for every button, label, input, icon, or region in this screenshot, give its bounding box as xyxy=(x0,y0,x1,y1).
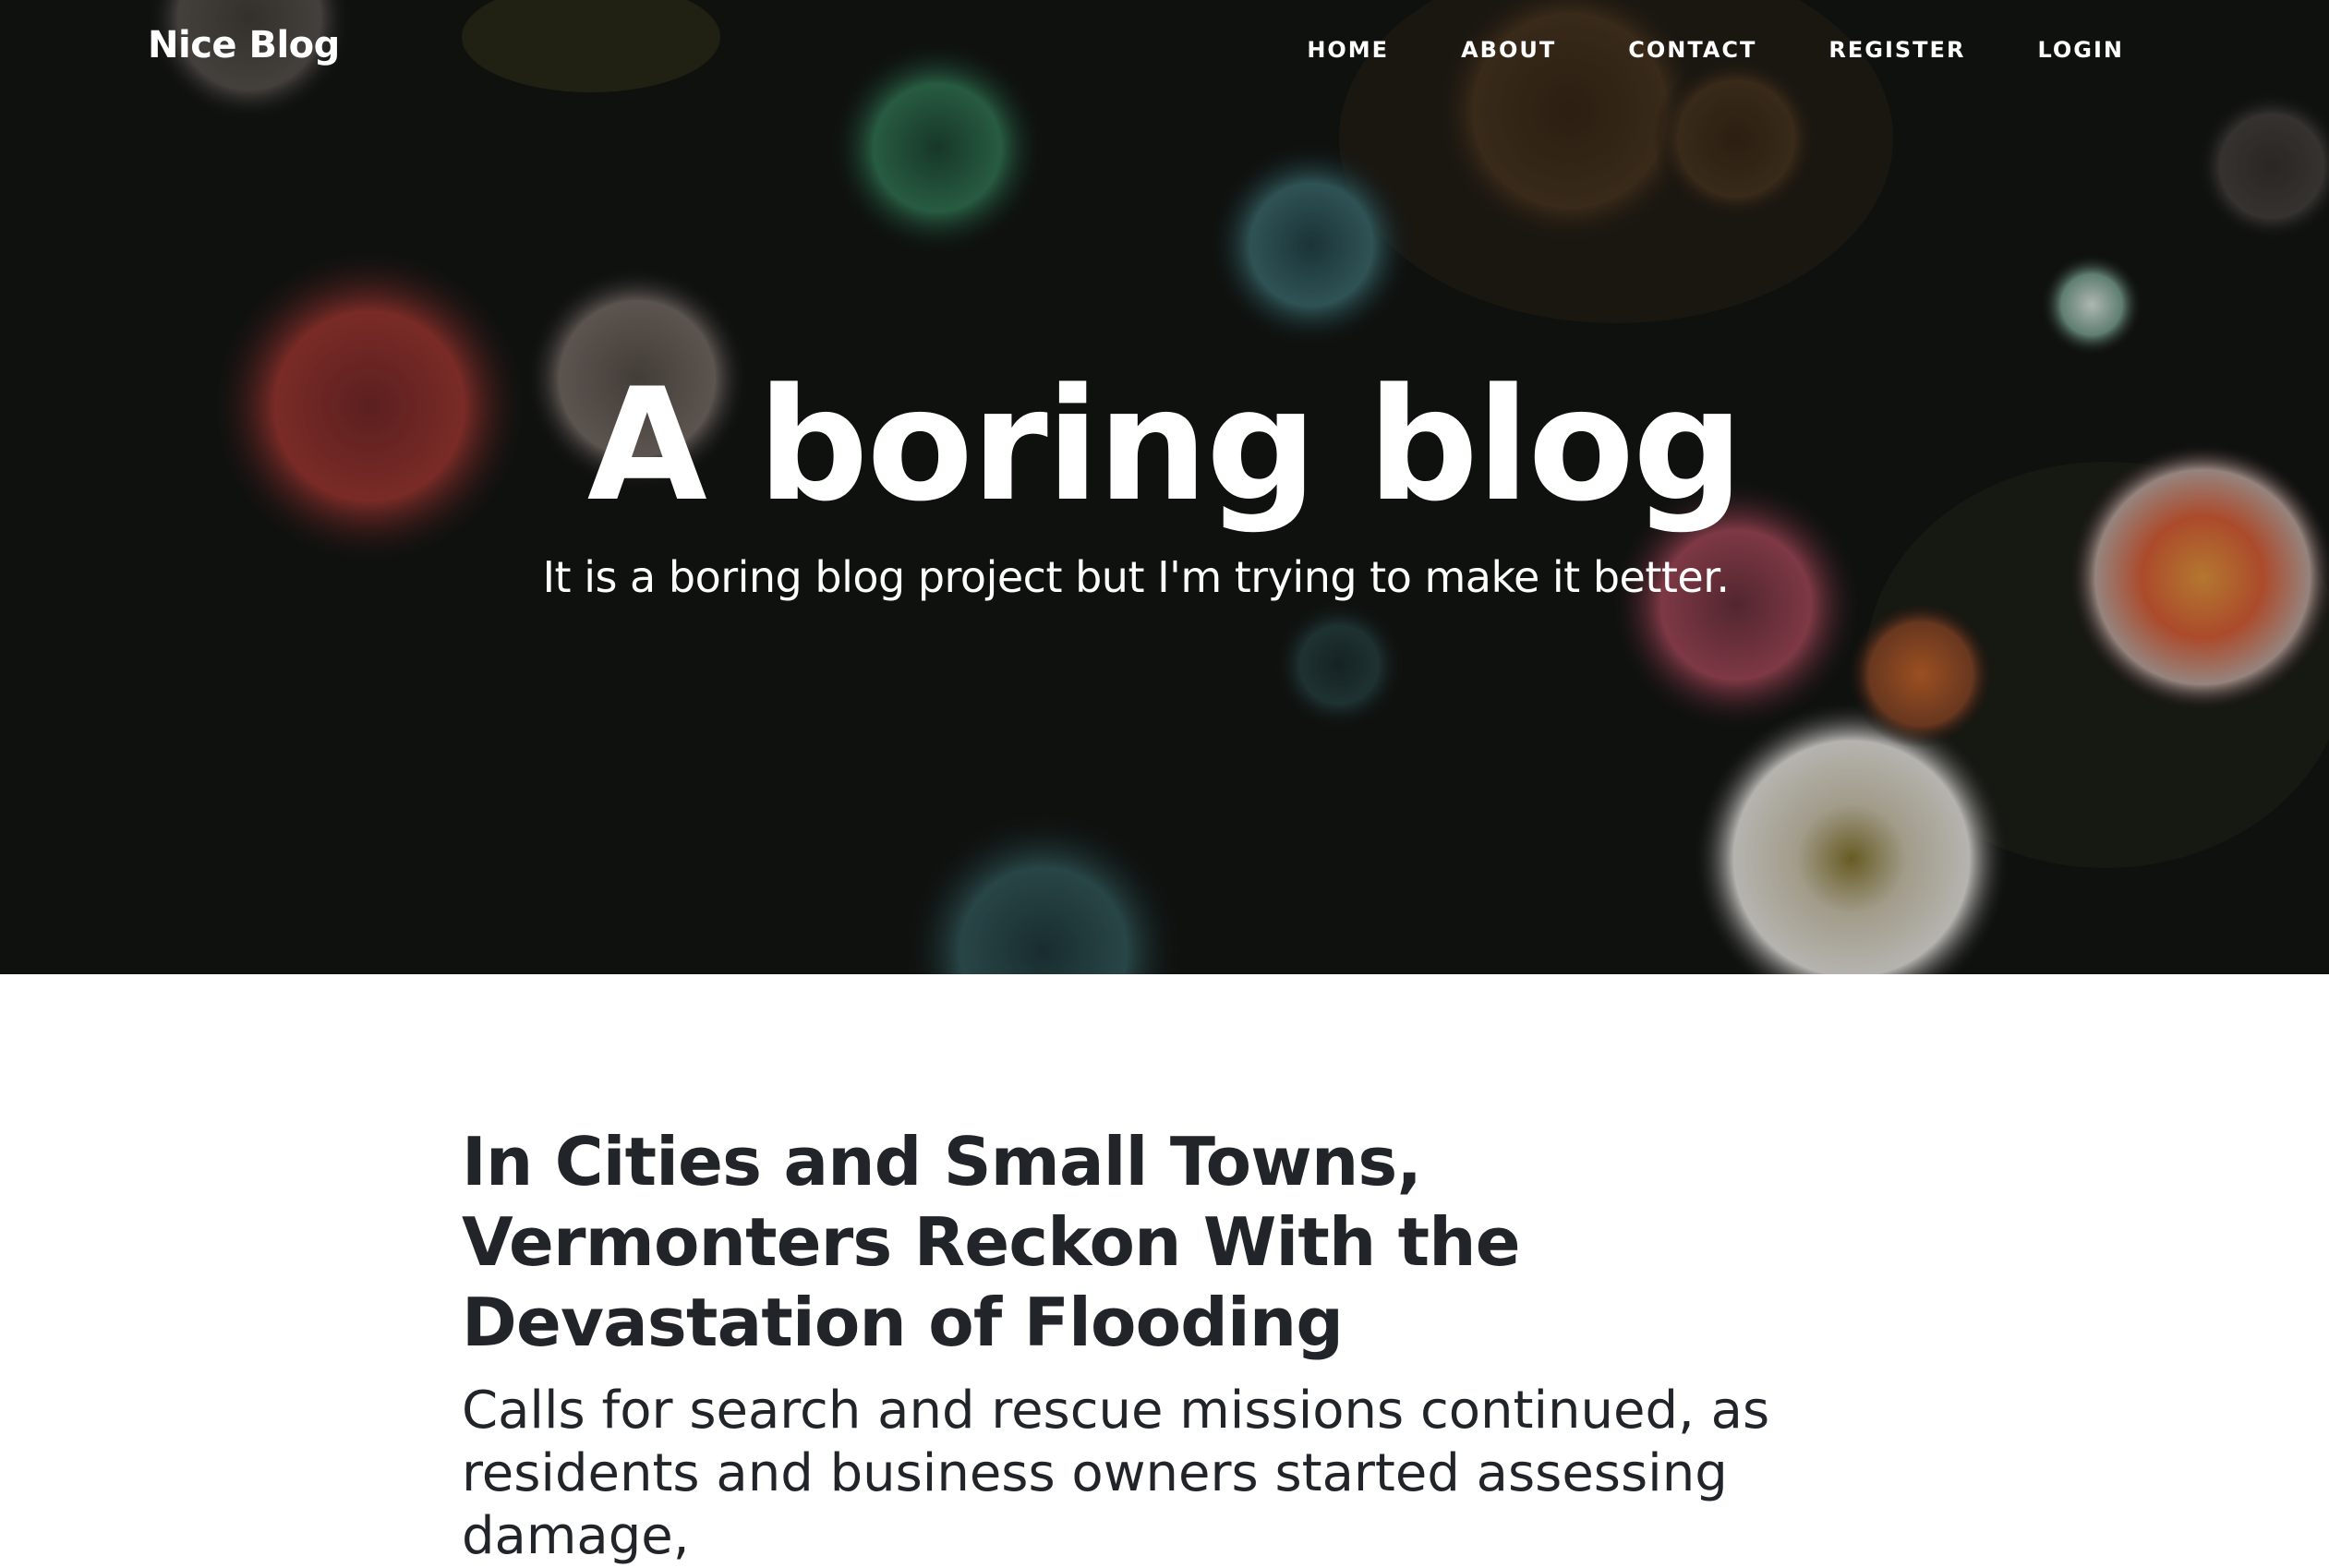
masthead: Nice Blog HOME ABOUT CONTACT REGISTER LO… xyxy=(0,0,2329,974)
nav-register-link[interactable]: REGISTER xyxy=(1828,37,1965,63)
main-nav: HOME ABOUT CONTACT REGISTER LOGIN xyxy=(1235,37,2124,63)
nav-home-link[interactable]: HOME xyxy=(1307,37,1389,63)
nav-login-link[interactable]: LOGIN xyxy=(2037,37,2124,63)
nav-contact-link[interactable]: CONTACT xyxy=(1628,37,1756,63)
site-subheading: It is a boring blog project but I'm tryi… xyxy=(542,552,1730,602)
post-title[interactable]: In Cities and Small Towns, Vermonters Re… xyxy=(462,1122,1865,1363)
brand-logo-link[interactable]: Nice Blog xyxy=(148,24,340,66)
site-heading: A boring blog xyxy=(586,355,1744,536)
nav-about-link[interactable]: ABOUT xyxy=(1461,37,1556,63)
post-preview[interactable]: In Cities and Small Towns, Vermonters Re… xyxy=(462,1122,1865,1568)
post-subtitle[interactable]: Calls for search and rescue missions con… xyxy=(462,1380,1865,1568)
